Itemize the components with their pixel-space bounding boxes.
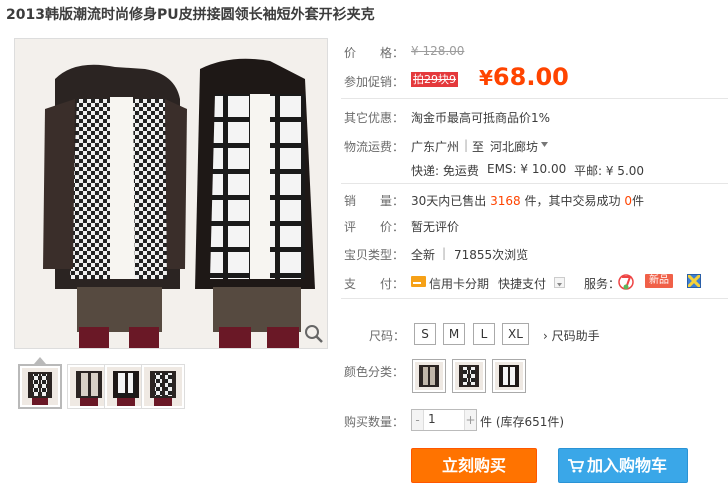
promo-tag-badge: 拍29块9 bbox=[411, 72, 458, 87]
color-option-2[interactable] bbox=[452, 359, 486, 393]
ship-sep: | bbox=[464, 138, 469, 152]
sales-suffix: 件 bbox=[631, 194, 644, 208]
thumbnail-pointer bbox=[34, 357, 46, 364]
item-type-label: 宝贝类型： bbox=[344, 248, 405, 262]
ship-to-prefix: 至 bbox=[472, 140, 485, 154]
currency-symbol: ¥ bbox=[479, 66, 493, 90]
express-fee: 快递: 免运费 bbox=[411, 164, 479, 178]
seven-day-return-icon[interactable] bbox=[618, 272, 634, 290]
size-option-xl[interactable]: XL bbox=[502, 323, 529, 345]
thumbnail-4[interactable] bbox=[141, 364, 185, 409]
payment-label: 支 付： bbox=[344, 277, 405, 291]
sales-middle: 件，其中交易成功 bbox=[524, 194, 621, 208]
price-label: 价 格： bbox=[344, 46, 405, 60]
item-condition: 全新 bbox=[411, 248, 436, 262]
divider bbox=[341, 298, 728, 299]
color-label: 颜色分类： bbox=[344, 365, 405, 379]
mail-fee: 平邮: ¥ 5.00 bbox=[574, 164, 645, 178]
promo-label: 参加促销： bbox=[344, 75, 405, 89]
main-product-image[interactable] bbox=[14, 38, 328, 349]
original-price: ¥ 128.00 bbox=[411, 44, 465, 58]
quantity-stepper[interactable]: - 1 + bbox=[411, 409, 477, 431]
sales-label: 销 量： bbox=[344, 194, 405, 208]
payment-more-icon[interactable] bbox=[554, 277, 565, 288]
size-helper-link[interactable]: › 尺码助手 bbox=[543, 327, 600, 344]
ship-to-location[interactable]: 河北廊坊 bbox=[490, 138, 538, 155]
product-title: 2013韩版潮流时尚修身PU皮拼接圆领长袖短外套开衫夹克 bbox=[6, 7, 375, 23]
size-option-l[interactable]: L bbox=[473, 323, 495, 345]
thumbnail-1[interactable] bbox=[18, 364, 62, 409]
other-offer-text: 淘金币最高可抵商品价1% bbox=[411, 111, 551, 125]
cart-icon bbox=[568, 459, 584, 473]
quick-pay[interactable]: 快捷支付 bbox=[498, 275, 546, 292]
credit-card-icon bbox=[411, 276, 426, 287]
zoom-icon[interactable] bbox=[303, 323, 325, 345]
service-label: 服务： bbox=[584, 277, 621, 291]
size-option-s[interactable]: S bbox=[414, 323, 436, 345]
logistics-label: 物流运费： bbox=[344, 140, 405, 154]
new-product-badge[interactable]: 新品 bbox=[645, 274, 673, 288]
add-to-cart-button[interactable]: 加入购物车 bbox=[558, 448, 688, 483]
color-option-3[interactable] bbox=[492, 359, 526, 393]
ems-fee: EMS: ¥ 10.00 bbox=[487, 162, 567, 176]
quantity-label: 购买数量： bbox=[344, 415, 405, 429]
add-to-cart-label: 加入购物车 bbox=[587, 456, 668, 475]
buy-now-button[interactable]: 立刻购买 bbox=[411, 448, 537, 483]
size-label: 尺码： bbox=[369, 329, 406, 343]
other-offer-label: 其它优惠： bbox=[344, 111, 405, 125]
quantity-decrease-button[interactable]: - bbox=[412, 410, 424, 430]
success-count: 0 bbox=[624, 194, 632, 208]
chevron-down-icon[interactable] bbox=[541, 142, 548, 147]
product-photo bbox=[15, 39, 327, 348]
item-type-sep: | bbox=[442, 246, 447, 260]
promo-price-value: 68.00 bbox=[492, 63, 569, 91]
stock-info: 件 (库存651件) bbox=[480, 415, 565, 429]
divider bbox=[341, 98, 728, 99]
ship-from: 广东广州 bbox=[411, 140, 460, 154]
divider bbox=[341, 183, 728, 184]
sold-count: 3168 bbox=[490, 194, 521, 208]
review-text[interactable]: 暂无评价 bbox=[411, 218, 459, 235]
review-label: 评 价： bbox=[344, 220, 405, 234]
size-option-m[interactable]: M bbox=[443, 323, 465, 345]
sales-prefix: 30天内已售出 bbox=[411, 194, 487, 208]
sales-text: 30天内已售出 3168 件，其中交易成功 0件 bbox=[411, 192, 644, 209]
color-option-1[interactable] bbox=[412, 359, 446, 393]
promo-price: ¥68.00 bbox=[479, 63, 569, 91]
quantity-increase-button[interactable]: + bbox=[464, 410, 476, 430]
quantity-input[interactable]: 1 bbox=[428, 412, 436, 426]
credit-installment[interactable]: 信用卡分期 bbox=[429, 275, 489, 292]
guarantee-icon[interactable] bbox=[687, 274, 701, 288]
view-count: 71855次浏览 bbox=[454, 248, 529, 262]
